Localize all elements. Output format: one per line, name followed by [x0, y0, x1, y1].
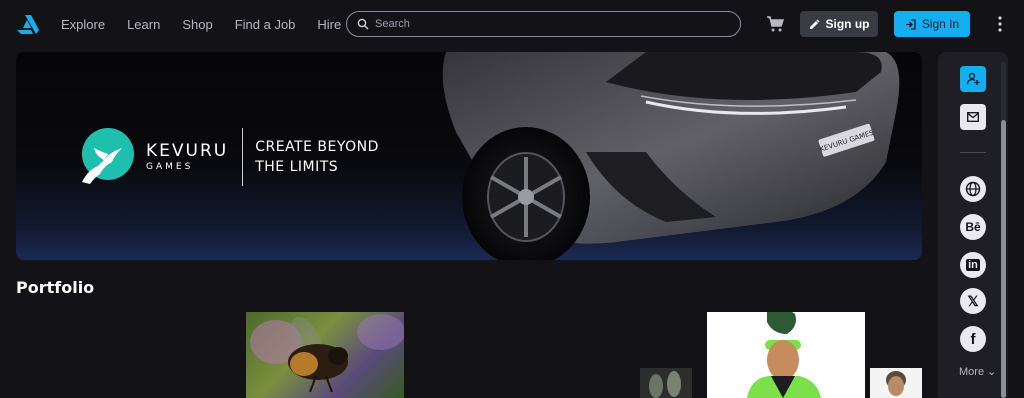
bee-image — [250, 314, 404, 393]
facebook-icon: f — [970, 330, 976, 348]
portfolio-heading: Portfolio — [16, 278, 95, 297]
artstation-logo-icon[interactable] — [16, 12, 40, 36]
more-label: More — [959, 366, 985, 378]
portrait-image — [886, 371, 906, 396]
portfolio-thumb-figures[interactable] — [640, 368, 692, 398]
nav-find-a-job[interactable]: Find a Job — [235, 17, 296, 32]
brand-block: KEVURU GAMES CREATE BEYOND THE LIMITS — [74, 126, 379, 188]
top-navigation-bar: Explore Learn Shop Find a Job Hire Sign … — [0, 0, 1024, 48]
tagline-line-2: THE LIMITS — [255, 159, 339, 175]
chevron-down-icon: ⌄ — [987, 366, 997, 378]
website-link[interactable] — [960, 176, 986, 202]
sign-in-icon — [905, 18, 916, 30]
sign-up-label: Sign up — [825, 17, 870, 31]
search-icon — [357, 18, 369, 30]
mail-icon — [967, 112, 979, 122]
figures-image — [649, 371, 681, 398]
facebook-link[interactable]: f — [960, 326, 986, 352]
brand-subtitle: GAMES — [146, 161, 194, 172]
portfolio-thumb-character[interactable] — [707, 312, 865, 398]
profile-banner: KEVURU GAMES KEVURU GAMES CREATE BEYOND … — [16, 52, 922, 260]
profile-action-rail: Bē in 𝕏 f More ⌄ — [938, 52, 1008, 398]
search-input[interactable] — [375, 18, 715, 30]
tagline: CREATE BEYOND THE LIMITS — [255, 137, 379, 177]
nav-shop[interactable]: Shop — [182, 17, 212, 32]
brand-text: KEVURU GAMES — [146, 140, 229, 172]
character-image — [747, 312, 821, 398]
behance-link[interactable]: Bē — [960, 214, 986, 240]
search-box[interactable] — [346, 11, 741, 37]
pencil-icon — [809, 18, 820, 29]
portfolio-thumb-portrait[interactable] — [870, 368, 922, 398]
nav-hire[interactable]: Hire — [317, 17, 341, 32]
more-links-toggle[interactable]: More ⌄ — [959, 365, 996, 378]
add-user-icon — [966, 72, 980, 85]
message-button[interactable] — [960, 104, 986, 130]
rail-divider — [960, 152, 986, 153]
follow-button[interactable] — [960, 66, 986, 92]
brand-divider — [242, 128, 244, 186]
more-options-icon[interactable] — [996, 14, 1004, 34]
main-nav: Explore Learn Shop Find a Job Hire — [61, 0, 363, 48]
brand-name: KEVURU — [146, 140, 229, 161]
portfolio-thumb-bee[interactable] — [246, 312, 404, 398]
nav-learn[interactable]: Learn — [127, 17, 160, 32]
x-icon: 𝕏 — [967, 292, 979, 309]
cart-icon[interactable] — [766, 15, 784, 33]
car-image: KEVURU GAMES — [442, 52, 900, 260]
linkedin-link[interactable]: in — [960, 252, 986, 278]
x-link[interactable]: 𝕏 — [960, 288, 986, 314]
sign-in-label: Sign In — [921, 17, 960, 31]
nav-explore[interactable]: Explore — [61, 17, 105, 32]
scrollbar-thumb[interactable] — [1001, 120, 1006, 398]
linkedin-icon: in — [966, 259, 980, 271]
kevuru-logo-icon — [82, 128, 134, 184]
sign-in-button[interactable]: Sign In — [894, 11, 970, 37]
sign-up-button[interactable]: Sign up — [800, 11, 878, 37]
tagline-line-1: CREATE BEYOND — [255, 139, 379, 155]
behance-icon: Bē — [965, 220, 981, 234]
globe-icon — [965, 181, 981, 197]
